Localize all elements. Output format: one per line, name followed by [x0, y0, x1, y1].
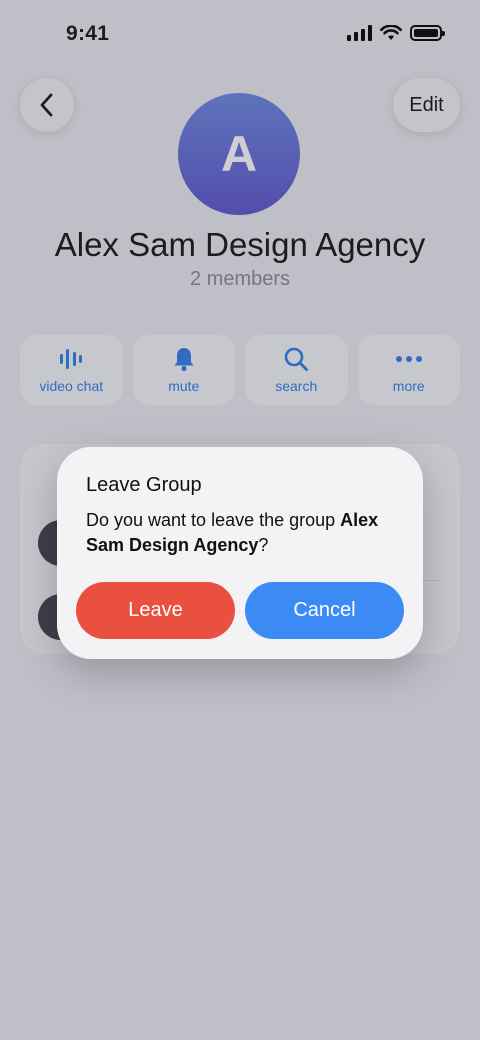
leave-group-dialog: Leave Group Do you want to leave the gro… — [57, 447, 423, 659]
cancel-button[interactable]: Cancel — [245, 582, 404, 639]
dialog-title: Leave Group — [86, 474, 202, 496]
dialog-message-suffix: ? — [258, 535, 269, 555]
dialog-message: Do you want to leave the group Alex Sam … — [86, 508, 406, 558]
dialog-message-prefix: Do you want to leave the group — [86, 510, 341, 530]
group-info-screen: 9:41 Edit A Alex Sam Design Agency 2 mem… — [0, 0, 480, 1040]
leave-button[interactable]: Leave — [76, 582, 235, 639]
